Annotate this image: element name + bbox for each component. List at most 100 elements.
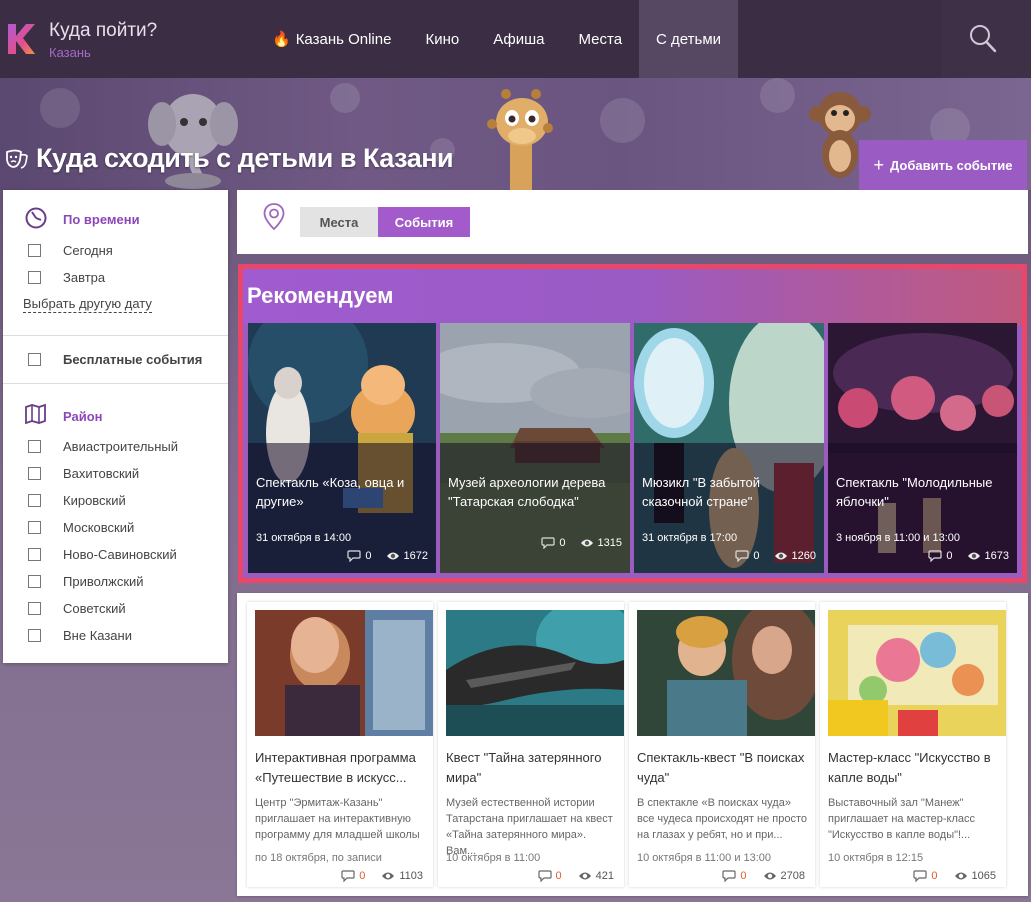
checkbox-district[interactable] [28,575,41,588]
views-count: 421 [595,870,614,882]
recommended-card[interactable]: Мюзикл "В забытой сказочной стране" 31 о… [634,323,824,573]
checkbox-district[interactable] [28,440,41,453]
district-label[interactable]: Вахитовский [63,466,139,481]
checkbox-district[interactable] [28,602,41,615]
nav-item-afisha[interactable]: Афиша [476,0,561,78]
event-card[interactable]: Спектакль-квест "В поисках чуда" В спект… [629,602,815,887]
nav-item-label: Кино [425,30,460,48]
event-card[interactable]: Интерактивная программа «Путешествие в и… [247,602,433,887]
card-stats: 0 1260 [735,550,816,562]
recommended-card[interactable]: Музей археологии дерева "Татарская слобо… [440,323,630,573]
filter-sidebar: По времени Сегодня Завтра Выбрать другую… [3,190,228,663]
recommended-section: Рекомендуем Спектакль «Коза, овца и друг… [238,264,1027,583]
event-title[interactable]: Интерактивная программа «Путешествие в и… [255,748,427,788]
event-description: В спектакле «В поисках чуда» все чудеса … [637,797,808,841]
nav-item-with-kids[interactable]: С детьми [639,0,739,78]
card-title: Спектакль «Коза, овца и другие» [256,475,405,509]
views-count: 1065 [971,870,996,882]
event-image[interactable] [637,610,815,736]
checkbox-district[interactable] [28,494,41,507]
comment-icon [537,870,552,882]
comment-icon [347,550,361,562]
checkbox-district[interactable] [28,629,41,642]
event-list: Интерактивная программа «Путешествие в и… [237,593,1028,896]
event-image[interactable] [446,610,624,736]
event-description: Центр "Эрмитаж-Казань" приглашает на инт… [255,797,420,841]
card-date: 3 ноября в 11:00 и 13:00 [836,532,961,544]
event-date: 10 октября в 11:00 [446,852,541,864]
event-image[interactable] [828,610,1006,736]
filter-free-events-label[interactable]: Бесплатные события [63,352,202,367]
add-event-label: Добавить событие [890,157,1013,173]
recommended-card[interactable]: Спектакль "Молодильные яблочки" 3 ноября… [828,323,1017,573]
district-label[interactable]: Кировский [63,493,126,508]
nav-item-kazan-online[interactable]: 🔥 Казань Online [255,0,408,78]
choose-other-date-link[interactable]: Выбрать другую дату [23,296,152,313]
district-label[interactable]: Вне Казани [63,628,132,643]
places-events-toggle-bar: Места События [237,190,1028,254]
recommended-title: Рекомендуем [247,283,394,308]
tab-places[interactable]: Места [300,207,378,237]
event-title[interactable]: Мастер-класс "Искусство в капле воды" [828,748,1000,788]
district-label[interactable]: Ново-Савиновский [63,547,177,562]
event-title[interactable]: Квест "Тайна затерянного мира" [446,748,618,788]
top-navigation-bar: Куда пойти? Казань 🔥 Казань Online Кино … [0,0,1031,78]
event-photo [637,610,815,736]
views-count: 1103 [399,870,423,882]
search-icon [970,25,997,53]
checkbox-free-events[interactable] [28,353,41,366]
event-card[interactable]: Квест "Тайна затерянного мира" Музей ест… [438,602,624,887]
recommended-card[interactable]: Спектакль «Коза, овца и другие» 31 октяб… [248,323,436,573]
nav-item-label: С детьми [656,30,722,48]
giraffe-mascot-image [487,89,553,190]
eye-icon [382,872,395,880]
add-event-button[interactable]: + Добавить событие [859,140,1027,190]
bokeh-light [600,98,645,143]
filter-today-label[interactable]: Сегодня [63,243,113,258]
site-title[interactable]: Куда пойти? [49,20,157,42]
comments-count: 0 [559,537,566,549]
logo-icon[interactable] [6,20,36,58]
event-date: 10 октября в 12:15 [828,852,924,864]
search-button[interactable] [941,0,1031,78]
event-description: Выставочный зал "Манеж" приглашает на ма… [828,797,976,841]
nav-item-kino[interactable]: Кино [408,0,476,78]
filter-tomorrow-label[interactable]: Завтра [63,270,105,285]
event-stats: 0 1065 [913,870,996,882]
checkbox-district[interactable] [28,548,41,561]
event-photo [828,610,1006,736]
district-label[interactable]: Советский [63,601,126,616]
city-selector[interactable]: Казань [49,45,91,60]
views-count: 2708 [780,870,805,882]
comments-count: 0 [753,550,760,562]
elephant-mascot-image [148,94,238,189]
event-image[interactable] [255,610,433,736]
nav-item-label: Казань Online [295,30,392,48]
comment-icon [722,870,736,882]
checkbox-tomorrow[interactable] [28,271,41,284]
card-date: 31 октября в 17:00 [642,532,738,544]
checkbox-today[interactable] [28,244,41,257]
district-label[interactable]: Авиастроительный [63,439,178,454]
comment-icon [541,537,555,549]
district-label[interactable]: Приволжский [63,574,144,589]
nav-item-label: Афиша [493,30,545,48]
eye-icon [580,539,593,547]
views-count: 1315 [597,537,622,549]
divider [3,383,228,384]
checkbox-district[interactable] [28,521,41,534]
event-photo [255,610,433,736]
views-count: 1260 [791,550,816,562]
card-title: Музей археологии дерева "Татарская слобо… [448,475,606,509]
district-label[interactable]: Московский [63,520,134,535]
filter-district-title: Район [63,409,103,424]
eye-icon [763,872,776,880]
checkbox-district[interactable] [28,467,41,480]
event-card[interactable]: Мастер-класс "Искусство в капле воды" Вы… [820,602,1006,887]
event-title[interactable]: Спектакль-квест "В поисках чуда" [637,748,809,788]
comment-icon [735,550,749,562]
nav-item-label: Места [578,30,623,48]
eye-icon [967,552,980,560]
nav-item-places[interactable]: Места [561,0,639,78]
tab-events[interactable]: События [378,207,470,237]
